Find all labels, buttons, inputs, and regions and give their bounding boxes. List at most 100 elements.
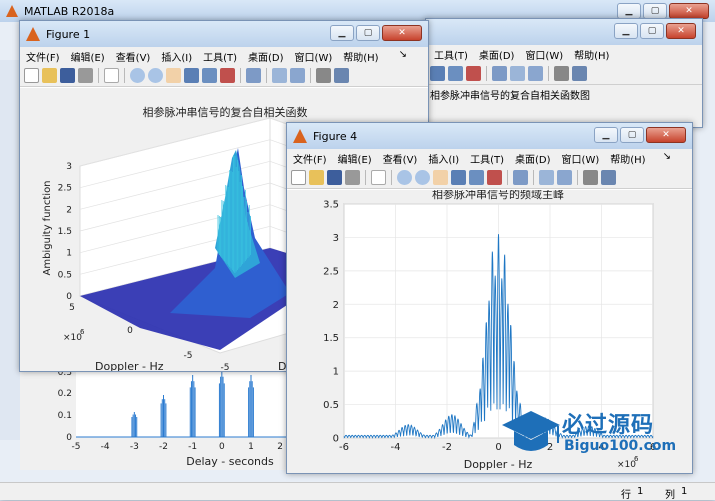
y-tick-label: 1 (333, 367, 339, 378)
zoom-in-icon[interactable] (130, 68, 145, 83)
legend-icon[interactable] (290, 68, 305, 83)
figure1-title: Figure 1 (46, 27, 91, 41)
x-tick-label: -4 (391, 442, 401, 453)
x-tick-label: -6 (339, 442, 349, 453)
menubar-dock-arrow-icon[interactable]: ↘ (399, 49, 407, 60)
pointer-icon[interactable] (371, 170, 386, 185)
menu-desktop[interactable]: 桌面(D) (515, 151, 551, 166)
brush-icon[interactable] (220, 68, 235, 83)
link-icon[interactable] (492, 66, 507, 81)
figure4-window-controls: ▁ ▢ ✕ (594, 127, 686, 143)
toolbar-separator (577, 170, 578, 185)
open-icon[interactable] (42, 68, 57, 83)
figure1-ylabel: Doppler - Hz (95, 360, 164, 371)
new-figure-icon[interactable] (291, 170, 306, 185)
graduation-cap-logo-icon (502, 411, 560, 451)
menu-insert[interactable]: 插入(I) (161, 49, 192, 64)
close-button[interactable]: ✕ (669, 3, 709, 19)
menu-edit[interactable]: 编辑(E) (338, 151, 372, 166)
x-tick-label: -2 (159, 442, 168, 452)
y-tick-label: 0.1 (58, 411, 72, 421)
pan-icon[interactable] (433, 170, 448, 185)
menu-window[interactable]: 窗口(W) (562, 151, 600, 166)
figure-behind-window-controls: ▁ ▢ ✕ (614, 23, 696, 39)
colorbar-icon[interactable] (539, 170, 554, 185)
minimize-button[interactable]: ▁ (617, 3, 641, 19)
toolbar-separator (266, 68, 267, 83)
menu-view[interactable]: 查看(V) (116, 49, 151, 64)
pan-icon[interactable] (166, 68, 181, 83)
menu-desktop-behind[interactable]: 桌面(D) (479, 47, 515, 62)
brush-icon[interactable] (466, 66, 481, 81)
pointer-icon[interactable] (104, 68, 119, 83)
col-value: 1 (681, 486, 688, 497)
menu-tools[interactable]: 工具(T) (203, 49, 237, 64)
colorbar-icon[interactable] (272, 68, 287, 83)
menu-help[interactable]: 帮助(H) (610, 151, 645, 166)
figure1-menubar: 文件(F) 编辑(E) 查看(V) 插入(I) 工具(T) 桌面(D) 窗口(W… (20, 47, 428, 65)
menu-insert[interactable]: 插入(I) (428, 151, 459, 166)
menu-view[interactable]: 查看(V) (383, 151, 418, 166)
colorbar-icon[interactable] (510, 66, 525, 81)
close-button[interactable]: ✕ (382, 25, 422, 41)
new-figure-icon[interactable] (24, 68, 39, 83)
matlab-logo-icon (6, 5, 18, 17)
legend-icon[interactable] (557, 170, 572, 185)
hide-plot-tools-icon[interactable] (316, 68, 331, 83)
z-tick-label: 2.5 (58, 184, 72, 194)
maximize-button[interactable]: ▢ (643, 3, 667, 19)
menu-tools[interactable]: 工具(T) (470, 151, 504, 166)
datacursor-icon[interactable] (469, 170, 484, 185)
datacursor-icon[interactable] (448, 66, 463, 81)
print-icon[interactable] (345, 170, 360, 185)
menu-help2-behind[interactable]: 帮助(H) (574, 47, 609, 62)
maximize-button[interactable]: ▢ (356, 25, 380, 41)
minimize-button[interactable]: ▁ (594, 127, 618, 143)
link-icon[interactable] (246, 68, 261, 83)
rotate-icon[interactable] (184, 68, 199, 83)
close-button[interactable]: ✕ (646, 127, 686, 143)
menu-edit[interactable]: 编辑(E) (71, 49, 105, 64)
hide-plot-tools-icon[interactable] (583, 170, 598, 185)
minimize-button[interactable]: ▁ (330, 25, 354, 41)
save-icon[interactable] (60, 68, 75, 83)
rotate-icon[interactable] (451, 170, 466, 185)
datacursor-icon[interactable] (202, 68, 217, 83)
toolbar-separator (124, 68, 125, 83)
toolbar-separator (533, 170, 534, 185)
show-plot-tools-icon[interactable] (334, 68, 349, 83)
hide-plot-tools-icon[interactable] (554, 66, 569, 81)
zoom-out-icon[interactable] (148, 68, 163, 83)
legend-icon[interactable] (528, 66, 543, 81)
figure1-zlabel: Ambiguity function (42, 180, 53, 275)
row-value: 1 (637, 486, 644, 497)
maximize-button[interactable]: ▢ (620, 127, 644, 143)
minimize-button[interactable]: ▁ (614, 23, 638, 39)
open-icon[interactable] (309, 170, 324, 185)
show-plot-tools-icon[interactable] (601, 170, 616, 185)
close-button[interactable]: ✕ (666, 23, 696, 39)
maximize-button[interactable]: ▢ (640, 23, 664, 39)
watermark-url: Biguo100.com (564, 438, 677, 454)
menu-file[interactable]: 文件(F) (26, 49, 60, 64)
show-plot-tools-icon[interactable] (572, 66, 587, 81)
x-tick-label: -2 (442, 442, 452, 453)
brush-icon[interactable] (487, 170, 502, 185)
zoom-in-icon[interactable] (397, 170, 412, 185)
menu-file[interactable]: 文件(F) (293, 151, 327, 166)
x-tick-label: 0 (219, 442, 225, 452)
menu-help[interactable]: 帮助(H) (343, 49, 378, 64)
watermark: 必过源码 Biguo100.com (500, 405, 700, 465)
menu-desktop[interactable]: 桌面(D) (248, 49, 284, 64)
link-icon[interactable] (513, 170, 528, 185)
save-icon[interactable] (327, 170, 342, 185)
toolbar-separator (486, 66, 487, 81)
rotate-icon[interactable] (430, 66, 445, 81)
menu-help-behind[interactable]: 工具(T) (434, 47, 468, 62)
zoom-out-icon[interactable] (415, 170, 430, 185)
menu-window[interactable]: 窗口(W) (295, 49, 333, 64)
x-tick-label: 1 (248, 442, 254, 452)
menu-window-behind[interactable]: 窗口(W) (525, 47, 563, 62)
print-icon[interactable] (78, 68, 93, 83)
menubar-dock-arrow-icon[interactable]: ↘ (663, 151, 671, 162)
